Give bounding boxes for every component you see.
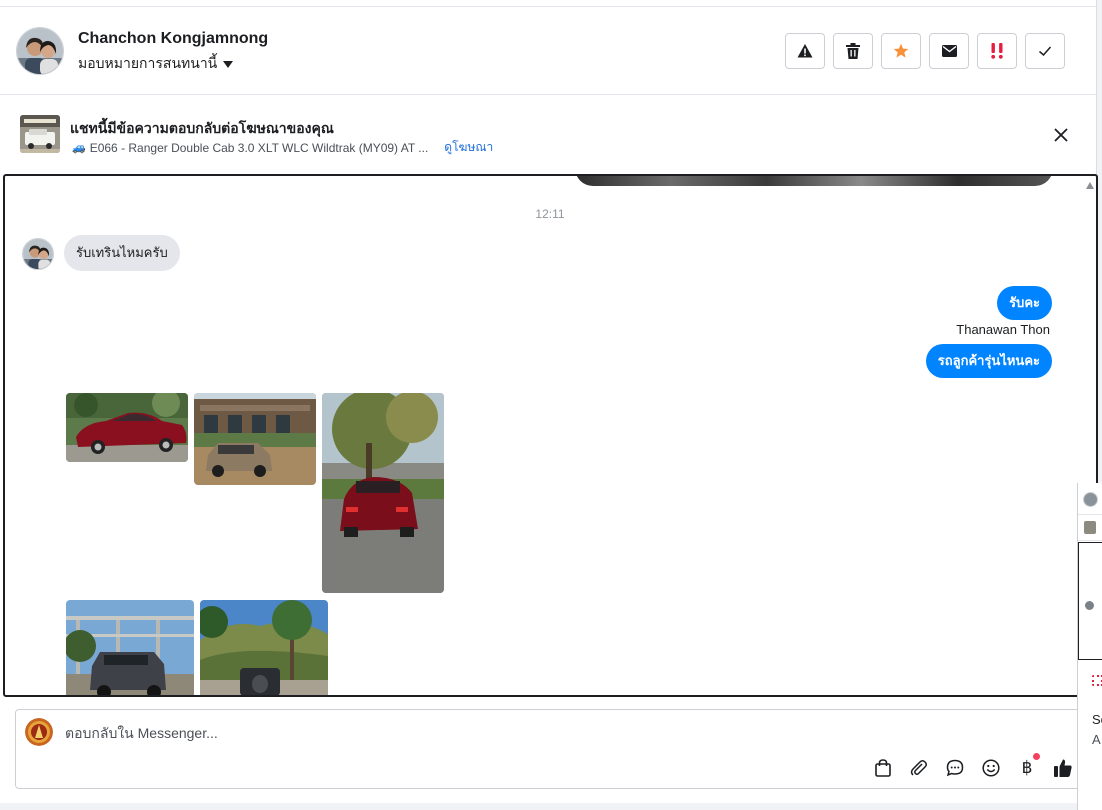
secondary-chat-window[interactable]: So A [1077, 483, 1102, 810]
reply-input[interactable] [65, 722, 865, 744]
contact-name[interactable]: Chanchon Kongjamnong [78, 30, 268, 48]
assign-label: มอบหมายการสนทนานี้ [78, 55, 218, 71]
ad-reply-banner: แชทนี้มีข้อความตอบกลับต่อโฆษณาของคุณ 🚙 E… [0, 96, 1097, 174]
banner-title: แชทนี้มีข้อความตอบกลับต่อโฆษณาของคุณ [70, 120, 334, 136]
envelope-icon [941, 45, 957, 57]
composer-toolbar: ฿ [872, 753, 1074, 779]
photo-attachment[interactable] [200, 600, 328, 695]
page-avatar [25, 718, 53, 746]
shopping-bag-icon [875, 759, 891, 777]
shopping-bag-button[interactable] [872, 757, 894, 779]
scroll-up-arrow-icon[interactable] [1086, 182, 1094, 189]
follow-up-button[interactable] [977, 33, 1017, 69]
warning-icon [797, 44, 813, 58]
secondary-window-header [1078, 483, 1102, 515]
page: Chanchon Kongjamnong มอบหมายการสนทนานี้ [0, 0, 1102, 810]
secondary-badge-icon [1092, 675, 1102, 686]
view-ad-link[interactable]: ดูโฆษณา [444, 138, 493, 157]
check-icon [1039, 46, 1052, 57]
star-button[interactable] [881, 33, 921, 69]
exclamation-icon [991, 43, 1003, 59]
secondary-text-line-2: A [1092, 732, 1101, 747]
previous-image-attachment[interactable] [575, 176, 1053, 186]
mark-done-button[interactable] [1025, 33, 1065, 69]
car-icon: 🚙 [72, 142, 86, 154]
payment-button[interactable]: ฿ [1016, 753, 1040, 779]
caret-down-icon [223, 60, 234, 68]
conversation-header: Chanchon Kongjamnong มอบหมายการสนทนานี้ [0, 6, 1097, 95]
photo-attachment[interactable] [194, 393, 316, 485]
close-icon[interactable] [1052, 126, 1070, 144]
secondary-avatar [1083, 492, 1098, 507]
emoji-button[interactable] [980, 757, 1002, 779]
star-icon [893, 43, 909, 58]
photo-attachment[interactable] [66, 393, 188, 462]
smiley-icon [982, 759, 1000, 777]
saved-replies-button[interactable] [944, 757, 966, 779]
like-button[interactable] [1052, 757, 1074, 779]
paperclip-icon [910, 760, 927, 776]
trash-icon [846, 43, 860, 59]
contact-avatar[interactable] [16, 27, 64, 75]
message-thread[interactable]: 12:11 รับเทรินไหมครับ รับคะ Thanawan Tho… [3, 174, 1098, 697]
reply-composer: ฿ [15, 709, 1085, 789]
ad-name: E066 - Ranger Double Cab 3.0 XLT WLC Wil… [89, 140, 429, 155]
conversation-panel: Chanchon Kongjamnong มอบหมายการสนทนานี้ [0, 0, 1098, 803]
outgoing-message-bubble[interactable]: รถลูกค้ารุ่นไหนคะ [925, 344, 1052, 378]
secondary-text-line-1: So [1092, 712, 1102, 727]
report-spam-button[interactable] [785, 33, 825, 69]
chat-bubble-icon [946, 759, 964, 777]
sender-avatar [22, 238, 54, 270]
notification-dot [1033, 753, 1040, 760]
message-timestamp: 12:11 [535, 207, 565, 221]
photo-attachment[interactable] [66, 600, 194, 695]
assign-conversation-dropdown[interactable]: มอบหมายการสนทนานี้ [78, 53, 234, 75]
secondary-sender-avatar [1085, 601, 1094, 610]
header-actions [785, 33, 1065, 69]
secondary-ad-strip [1078, 515, 1102, 541]
delete-button[interactable] [833, 33, 873, 69]
ad-info: 🚙 E066 - Ranger Double Cab 3.0 XLT WLC W… [72, 138, 493, 157]
outgoing-message-bubble[interactable]: รับคะ [997, 286, 1052, 320]
attach-button[interactable] [908, 757, 930, 779]
sender-name: Thanawan Thon [956, 322, 1050, 337]
secondary-thread [1078, 542, 1102, 660]
baht-icon: ฿ [1021, 758, 1033, 777]
incoming-message-bubble[interactable]: รับเทรินไหมครับ [64, 235, 180, 271]
secondary-ad-thumb [1084, 521, 1096, 534]
ad-thumbnail [20, 115, 60, 153]
thumbs-up-icon [1054, 759, 1072, 777]
photo-attachment[interactable] [322, 393, 444, 593]
mark-unread-button[interactable] [929, 33, 969, 69]
